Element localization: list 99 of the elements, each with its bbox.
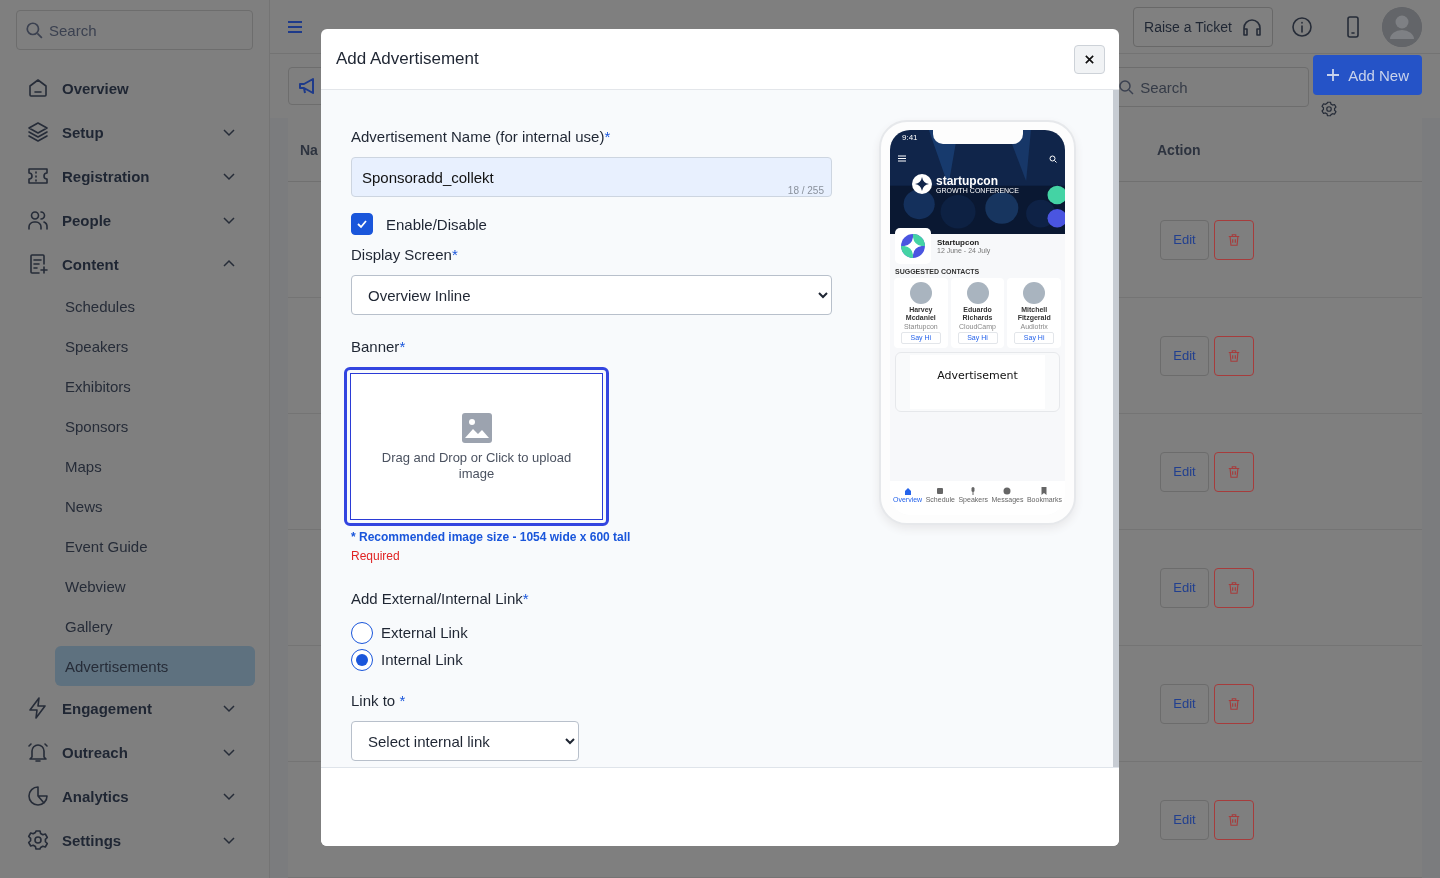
- radio-button[interactable]: [351, 621, 373, 644]
- scrollbar[interactable]: [1113, 90, 1119, 767]
- search-placeholder: Search: [1140, 78, 1188, 96]
- sidebar-item-label[interactable]: Engagement: [62, 699, 221, 717]
- edit-button[interactable]: Edit: [1160, 335, 1209, 376]
- trash-icon: [1227, 348, 1241, 363]
- trash-icon: [1227, 232, 1241, 247]
- avatar: [966, 282, 989, 304]
- error-message: Required: [351, 549, 401, 563]
- sidebar-subitem[interactable]: Speakers: [55, 326, 255, 366]
- trash-icon: [1227, 464, 1241, 479]
- delete-button[interactable]: [1214, 567, 1254, 608]
- people-icon: [26, 208, 50, 232]
- sidebar-subitem[interactable]: Gallery: [55, 606, 255, 646]
- image-icon: [460, 411, 493, 444]
- trash-icon: [1227, 696, 1241, 711]
- sidebar-subitem[interactable]: Event Guide: [55, 526, 255, 566]
- search-placeholder: Search: [49, 21, 97, 39]
- bell-icon: [26, 740, 50, 764]
- search-icon: [1118, 79, 1135, 95]
- sidebar-item-label[interactable]: Content: [62, 255, 221, 273]
- sidebar-subitem[interactable]: News: [55, 486, 255, 526]
- info-icon[interactable]: [1290, 14, 1314, 39]
- field-label: Add External/Internal Link: [351, 590, 523, 607]
- add-new-button[interactable]: Add New: [1313, 55, 1422, 95]
- edit-button[interactable]: Edit: [1160, 219, 1209, 260]
- menu-icon[interactable]: [898, 155, 906, 162]
- sidebar-item-label[interactable]: Outreach: [62, 743, 221, 761]
- checkbox-label: Enable/Disable: [386, 215, 487, 233]
- home-icon: [903, 487, 912, 495]
- sidebar-subitem[interactable]: Maps: [55, 446, 255, 486]
- sidebar-subitem[interactable]: Webview: [55, 566, 255, 606]
- microphone-icon: [969, 487, 978, 495]
- layers-icon: [26, 120, 50, 144]
- calendar-icon: [936, 487, 945, 495]
- edit-button[interactable]: Edit: [1160, 567, 1209, 608]
- edit-button[interactable]: Edit: [1160, 799, 1209, 840]
- link-select[interactable]: Select internal link: [351, 721, 579, 761]
- close-button[interactable]: [1074, 44, 1105, 74]
- radio-label: Internal Link: [381, 651, 463, 668]
- column-header: Action: [1157, 141, 1202, 158]
- radio-button[interactable]: [351, 648, 373, 671]
- home-icon: [26, 76, 50, 100]
- delete-button[interactable]: [1214, 799, 1254, 840]
- sidebar-subitem[interactable]: Schedules: [55, 286, 255, 326]
- trash-icon: [1227, 580, 1241, 595]
- required-mark: *: [522, 590, 529, 607]
- chat-icon: [1003, 487, 1012, 495]
- required-mark: *: [399, 692, 406, 709]
- avatar: [909, 282, 932, 304]
- sidebar-item-label[interactable]: Setup: [62, 123, 221, 141]
- upload-dropzone[interactable]: Drag and Drop or Click to upload image: [344, 367, 609, 526]
- ad-label: Advertisement: [910, 355, 1045, 409]
- pie-chart-icon: [26, 784, 50, 808]
- search-field[interactable]: Search: [16, 10, 253, 50]
- delete-button[interactable]: [1214, 451, 1254, 492]
- delete-button[interactable]: [1214, 219, 1254, 260]
- image-size-hint: * Recommended image size - 1054 wide x 600 tall: [351, 530, 632, 544]
- modal-title: Add Advertisement: [336, 49, 479, 69]
- star-logo-icon: [912, 174, 932, 194]
- edit-button[interactable]: Edit: [1160, 451, 1209, 492]
- field-label: Advertisement Name (for internal use): [351, 128, 605, 145]
- bookmark-icon: [1040, 487, 1049, 495]
- sidebar-subitem[interactable]: Advertisements: [55, 646, 255, 686]
- field-label: Banner: [351, 338, 400, 355]
- search-icon: [25, 21, 43, 39]
- column-header: Na: [300, 141, 319, 158]
- sidebar-item-label[interactable]: Settings: [62, 831, 221, 849]
- close-icon: [1084, 53, 1095, 65]
- brand-name: startupcon: [936, 174, 998, 187]
- settings-icon: [26, 828, 50, 852]
- settings-icon[interactable]: [1320, 100, 1339, 118]
- sidebar-item-label[interactable]: People: [62, 211, 221, 229]
- sidebar-item-label[interactable]: Overview: [62, 79, 243, 97]
- sidebar-item-label[interactable]: Registration: [62, 167, 221, 185]
- radio-label: External Link: [381, 624, 468, 641]
- sidebar-subitem[interactable]: Sponsors: [55, 406, 255, 446]
- edit-button[interactable]: Edit: [1160, 683, 1209, 724]
- delete-button[interactable]: [1214, 683, 1254, 724]
- trash-icon: [1227, 812, 1241, 827]
- delete-button[interactable]: [1214, 335, 1254, 376]
- status-time: 9:41: [902, 133, 918, 142]
- avatar: [1023, 282, 1046, 304]
- raise-ticket-button[interactable]: Raise a Ticket: [1133, 6, 1273, 47]
- sidebar-subitem[interactable]: Exhibitors: [55, 366, 255, 406]
- plus-icon: [1326, 68, 1341, 82]
- checkmark-icon: [356, 218, 368, 230]
- character-counter: 18 / 255: [787, 185, 824, 196]
- field-label: Link to: [351, 692, 397, 709]
- search-icon[interactable]: [1049, 155, 1057, 163]
- checkbox[interactable]: [351, 213, 373, 235]
- display-screen-select[interactable]: Overview Inline: [351, 275, 832, 315]
- required-mark: *: [604, 128, 611, 145]
- required-mark: *: [451, 246, 458, 263]
- event-name: Startupcon: [937, 238, 981, 247]
- field-label: Display Screen: [351, 246, 452, 263]
- sidebar-item-label[interactable]: Analytics: [62, 787, 221, 805]
- required-mark: *: [399, 338, 406, 355]
- upload-hint: Drag and Drop or Click to upload image: [380, 449, 573, 482]
